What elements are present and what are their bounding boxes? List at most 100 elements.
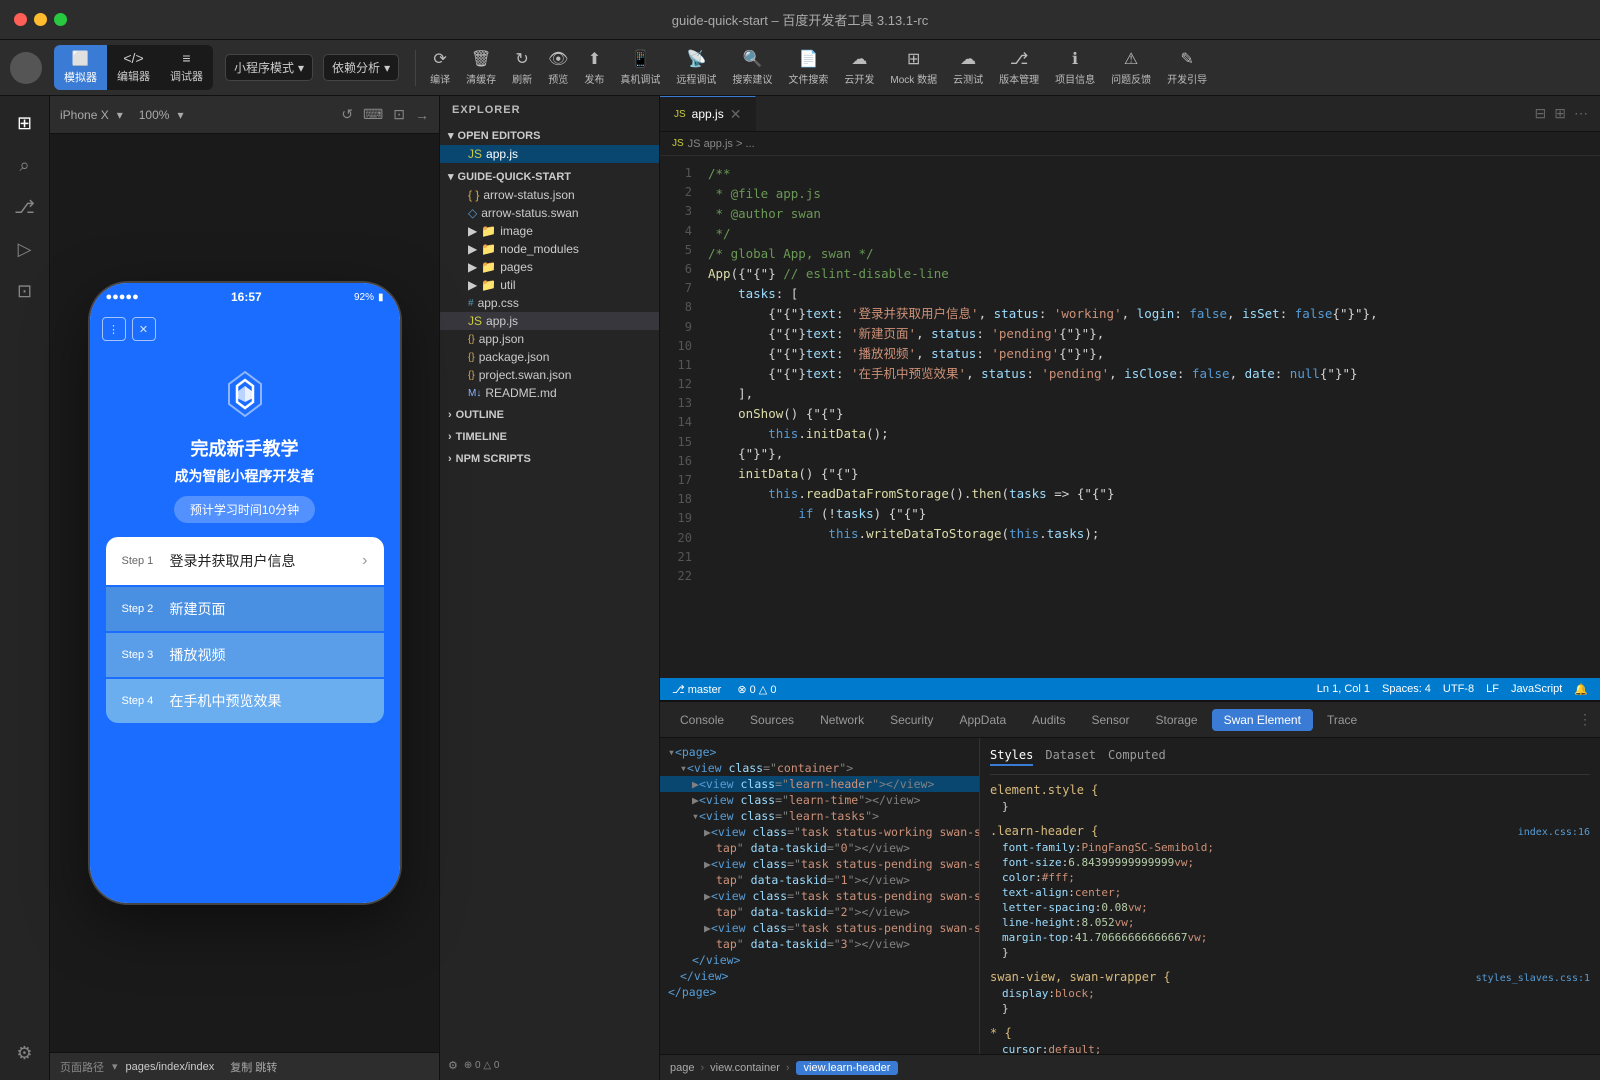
- maximize-dot[interactable]: [54, 13, 67, 26]
- dom-line-close-tasks[interactable]: </view>: [660, 952, 979, 968]
- simulator-btn[interactable]: ⬜ 模拟器: [54, 45, 107, 90]
- mode-dropdown[interactable]: 小程序模式 ▾: [225, 54, 313, 81]
- tab-audits[interactable]: Audits: [1020, 709, 1077, 731]
- real-debug-btn[interactable]: 📱 真机调试: [620, 49, 660, 86]
- refresh-btn[interactable]: ↻ 刷新: [512, 49, 532, 86]
- open-file-item[interactable]: JS app.js: [440, 145, 659, 163]
- tab-sensor[interactable]: Sensor: [1080, 709, 1142, 731]
- dom-line-task-0b[interactable]: tap" data-taskid="0"></view>: [660, 840, 979, 856]
- dom-line-container[interactable]: ▾<view class="container">: [660, 760, 979, 776]
- more-actions-btn[interactable]: ⋯: [1574, 105, 1588, 122]
- tab-dataset[interactable]: Dataset: [1045, 748, 1096, 766]
- dom-line-task-3b[interactable]: tap" data-taskid="3"></view>: [660, 936, 979, 952]
- dom-line-task-2a[interactable]: ▶<view class="task status-pending swan-s…: [660, 888, 979, 904]
- editor-btn[interactable]: </> 编辑器: [107, 45, 160, 90]
- breadcrumb-learn-header[interactable]: view.learn-header: [796, 1061, 899, 1075]
- folder-util[interactable]: ▶ 📁 util: [440, 276, 659, 294]
- language-mode[interactable]: JavaScript: [1511, 683, 1562, 696]
- folder-pages[interactable]: ▶ 📁 pages: [440, 258, 659, 276]
- issue-feedback-btn[interactable]: ⚠ 问题反馈: [1111, 49, 1151, 86]
- folder-image[interactable]: ▶ 📁 image: [440, 222, 659, 240]
- mock-data-btn[interactable]: ⊞ Mock 数据: [890, 49, 937, 86]
- avatar[interactable]: [10, 52, 42, 84]
- device-selector[interactable]: iPhone X: [60, 108, 109, 122]
- phone-step-3[interactable]: Step 3 播放视频: [106, 633, 384, 677]
- tab-computed[interactable]: Computed: [1108, 748, 1166, 766]
- style-file-link[interactable]: index.css:16: [1518, 827, 1590, 838]
- dev-guide-btn[interactable]: ✎ 开发引导: [1167, 49, 1207, 86]
- code-content[interactable]: 12345 678910 1112131415 1617181920 2122 …: [660, 156, 1600, 678]
- forward-icon[interactable]: →: [415, 107, 429, 123]
- tab-app-js[interactable]: JS app.js ✕: [660, 96, 756, 131]
- activity-git[interactable]: ⎇: [6, 188, 44, 226]
- copy-icon[interactable]: ⊡: [393, 106, 405, 123]
- tab-console[interactable]: Console: [668, 709, 736, 731]
- tab-network[interactable]: Network: [808, 709, 876, 731]
- tab-appdata[interactable]: AppData: [947, 709, 1018, 731]
- tab-close-btn[interactable]: ✕: [730, 106, 742, 123]
- dom-line-learn-tasks[interactable]: ▾<view class="learn-tasks">: [660, 808, 979, 824]
- dom-line-task-1b[interactable]: tap" data-taskid="1"></view>: [660, 872, 979, 888]
- screenshot-icon[interactable]: ⌨: [363, 106, 383, 123]
- open-editors-header[interactable]: ▾ OPEN EDITORS: [440, 126, 659, 145]
- preview-btn[interactable]: 👁 预览: [548, 49, 568, 86]
- tab-security[interactable]: Security: [878, 709, 945, 731]
- npm-header[interactable]: › NPM SCRIPTS: [440, 450, 659, 468]
- publish-btn[interactable]: ⬆ 发布: [584, 49, 604, 86]
- dom-line-learn-header[interactable]: ▶<view class="learn-header"></view>: [660, 776, 979, 792]
- file-arrow-status-swan[interactable]: ◇ arrow-status.swan: [440, 204, 659, 222]
- remote-debug-btn[interactable]: 📡 远程调试: [676, 49, 716, 86]
- phone-step-4[interactable]: Step 4 在手机中预览效果: [106, 679, 384, 723]
- tab-trace[interactable]: Trace: [1315, 709, 1369, 731]
- file-project-swan-json[interactable]: {} project.swan.json: [440, 366, 659, 384]
- activity-files[interactable]: ⊞: [6, 104, 44, 142]
- timeline-header[interactable]: › TIMELINE: [440, 428, 659, 446]
- phone-step-1[interactable]: Step 1 登录并获取用户信息 ›: [106, 537, 384, 585]
- cloud-test-btn[interactable]: ☁ 云测试: [953, 49, 983, 86]
- version-mgr-btn[interactable]: ⎇ 版本管理: [999, 49, 1039, 86]
- dom-line-page[interactable]: ▾<page>: [660, 744, 979, 760]
- split-editor-btn[interactable]: ⊟: [1535, 105, 1547, 122]
- debugger-btn[interactable]: ≡ 调试器: [160, 45, 213, 90]
- devtools-more-icon[interactable]: ⋮: [1578, 711, 1592, 728]
- file-readme[interactable]: M↓ README.md: [440, 384, 659, 402]
- tab-storage[interactable]: Storage: [1144, 709, 1210, 731]
- activity-extensions[interactable]: ⊡: [6, 272, 44, 310]
- outline-header[interactable]: › OUTLINE: [440, 406, 659, 424]
- activity-debug[interactable]: ▷: [6, 230, 44, 268]
- file-app-json[interactable]: {} app.json: [440, 330, 659, 348]
- activity-settings[interactable]: ⚙: [6, 1034, 44, 1072]
- editor-layout-btn[interactable]: ⊞: [1554, 105, 1566, 122]
- cloud-dev-btn[interactable]: ☁ 云开发: [844, 49, 874, 86]
- search-suggest-btn[interactable]: 🔍 搜索建议: [732, 49, 772, 86]
- dom-line-task-1a[interactable]: ▶<view class="task status-pending swan-s…: [660, 856, 979, 872]
- project-header[interactable]: ▾ GUIDE-QUICK-START: [440, 167, 659, 186]
- dom-line-close-page[interactable]: </page>: [660, 984, 979, 1000]
- close-dot[interactable]: [14, 13, 27, 26]
- dom-line-task-3a[interactable]: ▶<view class="task status-pending swan-s…: [660, 920, 979, 936]
- phone-step-2[interactable]: Step 2 新建页面: [106, 587, 384, 631]
- file-arrow-status-json[interactable]: { } arrow-status.json: [440, 186, 659, 204]
- file-app-js[interactable]: JS app.js: [440, 312, 659, 330]
- folder-node-modules[interactable]: ▶ 📁 node_modules: [440, 240, 659, 258]
- dependency-dropdown[interactable]: 依赖分析 ▾: [323, 54, 399, 81]
- tab-swan-element[interactable]: Swan Element: [1212, 709, 1313, 731]
- clear-cache-btn[interactable]: 🗑 清缓存: [466, 49, 496, 86]
- minimize-dot[interactable]: [34, 13, 47, 26]
- dom-line-learn-time[interactable]: ▶<view class="learn-time"></view>: [660, 792, 979, 808]
- rotate-icon[interactable]: ↺: [341, 106, 353, 123]
- tab-sources[interactable]: Sources: [738, 709, 806, 731]
- dom-line-task-2b[interactable]: tap" data-taskid="2"></view>: [660, 904, 979, 920]
- style-file-link-2[interactable]: styles_slaves.css:1: [1476, 973, 1590, 984]
- file-search-btn[interactable]: 📄 文件搜索: [788, 49, 828, 86]
- tab-styles[interactable]: Styles: [990, 748, 1033, 766]
- activity-search[interactable]: ⌕: [6, 146, 44, 184]
- dom-line-task-0a[interactable]: ▶<view class="task status-working swan-s…: [660, 824, 979, 840]
- file-package-json[interactable]: {} package.json: [440, 348, 659, 366]
- dom-line-close-container[interactable]: </view>: [660, 968, 979, 984]
- compile-btn[interactable]: ⟳ 编译: [430, 49, 450, 86]
- file-app-css[interactable]: # app.css: [440, 294, 659, 312]
- project-info-btn[interactable]: ℹ 项目信息: [1055, 49, 1095, 86]
- breadcrumb-container[interactable]: view.container: [710, 1062, 780, 1074]
- breadcrumb-page[interactable]: page: [670, 1062, 694, 1074]
